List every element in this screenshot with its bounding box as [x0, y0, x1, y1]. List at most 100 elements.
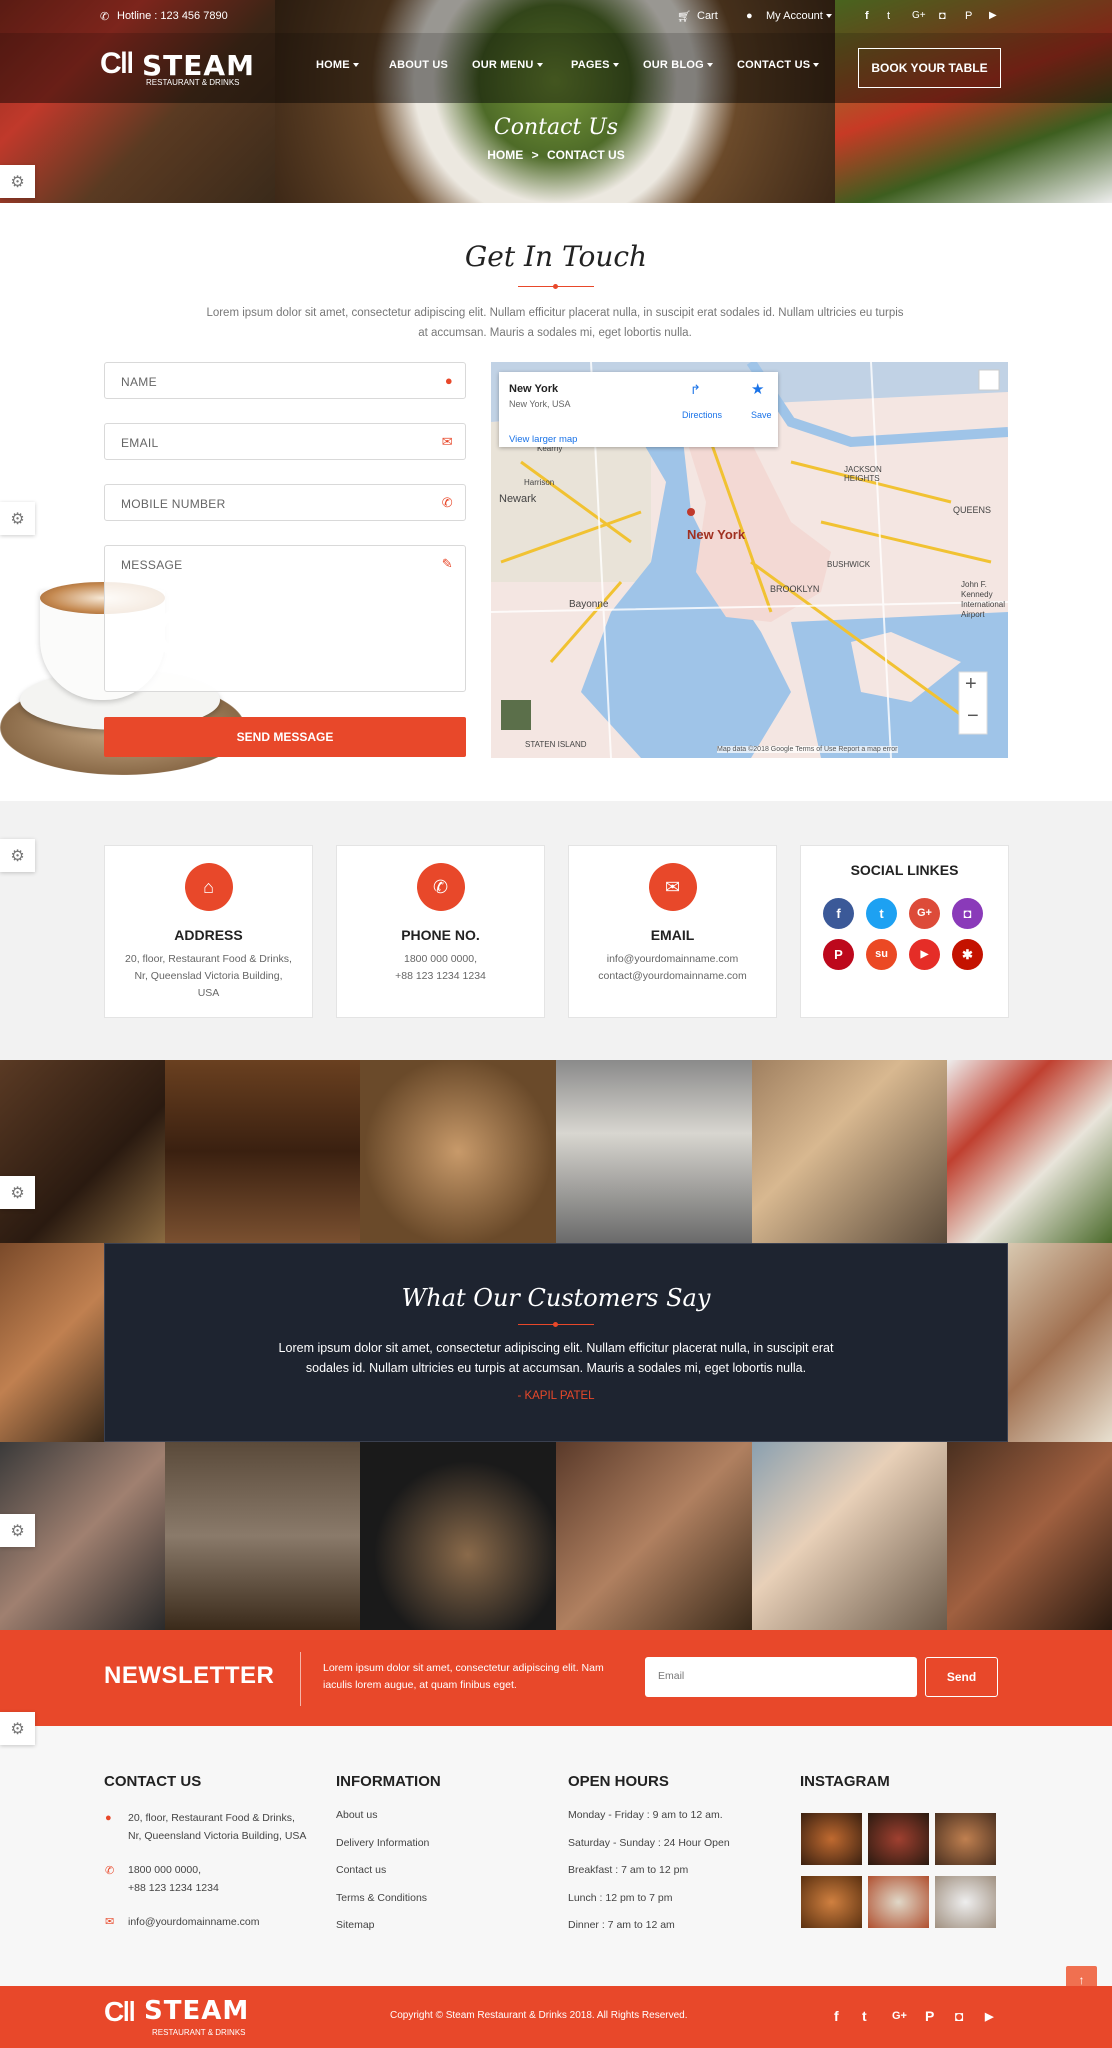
- yelp-icon[interactable]: ✱: [952, 939, 983, 970]
- instagram-icon[interactable]: ◘: [939, 10, 946, 22]
- footer-link-contact[interactable]: Contact us: [336, 1861, 386, 1879]
- book-table-button[interactable]: BOOK YOUR TABLE: [858, 48, 1001, 88]
- nav-blog[interactable]: OUR BLOG: [643, 59, 713, 71]
- nav-contact[interactable]: CONTACT US: [737, 59, 820, 71]
- twitter-icon[interactable]: t: [862, 2008, 867, 2024]
- address-card: ⌂ ADDRESS 20, floor, Restaurant Food & D…: [104, 845, 313, 1018]
- zoom-in-button[interactable]: +: [965, 673, 977, 696]
- instagram-photo[interactable]: [868, 1876, 929, 1928]
- instagram-photo[interactable]: [935, 1813, 996, 1865]
- google-map[interactable]: New York Newark Bayonne BROOKLYN QUEENS …: [491, 362, 1008, 758]
- user-icon: ●: [444, 373, 453, 388]
- cart-icon[interactable]: 🛒︎: [677, 10, 691, 23]
- footer-link-delivery[interactable]: Delivery Information: [336, 1834, 429, 1852]
- card-line: +88 123 1234 1234: [395, 970, 486, 982]
- newsletter-send-button[interactable]: Send: [925, 1657, 998, 1697]
- copyright-text: Copyright © Steam Restaurant & Drinks 20…: [390, 2010, 688, 2021]
- card-line[interactable]: info@yourdomainname.com: [607, 953, 738, 965]
- settings-gear-icon[interactable]: ⚙: [0, 839, 35, 872]
- twitter-icon[interactable]: t: [866, 898, 897, 929]
- stumbleupon-icon[interactable]: su: [866, 939, 897, 970]
- newsletter-title: NEWSLETTER: [104, 1662, 275, 1689]
- email-field[interactable]: EMAIL ✉: [104, 423, 466, 460]
- cart-link[interactable]: Cart: [697, 10, 718, 22]
- envelope-icon: ✉: [441, 434, 453, 449]
- gallery-section: What Our Customers Say Lorem ipsum dolor…: [0, 1060, 1112, 1630]
- heading-divider: [518, 1322, 594, 1327]
- settings-gear-icon[interactable]: ⚙: [0, 165, 35, 198]
- pinterest-icon[interactable]: P: [925, 2008, 934, 2024]
- settings-gear-icon[interactable]: ⚙: [0, 1176, 35, 1209]
- testimonial-heading: What Our Customers Say: [401, 1284, 711, 1312]
- map-place-address: New York, USA: [509, 399, 571, 409]
- account-link[interactable]: My Account: [766, 10, 832, 22]
- footer-info-title: INFORMATION: [336, 1773, 441, 1790]
- mobile-field[interactable]: MOBILE NUMBER ✆: [104, 484, 466, 521]
- twitter-icon[interactable]: t: [887, 10, 890, 22]
- page-heading: Contact Us HOME > CONTACT US: [380, 115, 732, 185]
- gallery-photo: [556, 1060, 752, 1243]
- youtube-icon[interactable]: ▶: [989, 10, 997, 21]
- facebook-icon[interactable]: f: [834, 2008, 839, 2024]
- send-message-button[interactable]: SEND MESSAGE: [104, 717, 466, 757]
- pinterest-icon[interactable]: P: [823, 939, 854, 970]
- hours-line: Lunch : 12 pm to 7 pm: [568, 1892, 673, 1904]
- breadcrumb: HOME > CONTACT US: [380, 148, 732, 162]
- breadcrumb-home[interactable]: HOME: [487, 148, 523, 162]
- envelope-icon: ✉: [648, 863, 697, 911]
- message-field[interactable]: MESSAGE ✎: [104, 545, 466, 692]
- gallery-photo: [360, 1060, 556, 1243]
- phone-icon: ✆: [441, 495, 453, 510]
- card-line[interactable]: contact@yourdomainname.com: [598, 970, 746, 982]
- footer-address: 20, floor, Restaurant Food & Drinks, Nr, …: [128, 1809, 306, 1845]
- phone-line: 1800 000 0000,: [128, 1864, 201, 1876]
- instagram-photo[interactable]: [801, 1813, 862, 1865]
- gallery-photo: [165, 1442, 360, 1630]
- phone-card: ✆ PHONE NO. 1800 000 0000, +88 123 1234 1…: [336, 845, 545, 1018]
- address-line: Nr, Queensland Victoria Building, USA: [128, 1830, 307, 1842]
- footer-email-link[interactable]: info@yourdomainname.com: [128, 1913, 259, 1931]
- instagram-photo[interactable]: [868, 1813, 929, 1865]
- directions-link[interactable]: Directions: [682, 410, 722, 420]
- nav-pages[interactable]: PAGES: [571, 59, 619, 71]
- settings-gear-icon[interactable]: ⚙: [0, 1514, 35, 1547]
- youtube-icon[interactable]: ▶: [985, 2010, 993, 2023]
- directions-icon[interactable]: ↱: [690, 382, 701, 398]
- instagram-icon[interactable]: ◘: [952, 898, 983, 929]
- view-larger-map-link[interactable]: View larger map: [509, 434, 577, 445]
- brand-logo[interactable]: C‖ STEAM RESTAURANT & DRINKS: [100, 47, 260, 89]
- map-label: STATEN ISLAND: [525, 740, 587, 749]
- google-plus-icon[interactable]: G+: [909, 898, 940, 929]
- map-label: JACKSON HEIGHTS: [844, 465, 882, 483]
- facebook-icon[interactable]: f: [865, 10, 869, 22]
- nav-about-label: ABOUT US: [389, 59, 449, 71]
- zoom-out-button[interactable]: −: [967, 705, 979, 728]
- footer-bottom-bar: C‖ STEAM RESTAURANT & DRINKS Copyright ©…: [0, 1986, 1112, 2048]
- save-link[interactable]: Save: [751, 410, 772, 420]
- nav-about[interactable]: ABOUT US: [389, 59, 448, 71]
- footer-instagram-title: INSTAGRAM: [800, 1773, 890, 1790]
- footer-link-terms[interactable]: Terms & Conditions: [336, 1889, 427, 1907]
- name-field[interactable]: NAME ●: [104, 362, 466, 399]
- instagram-photo[interactable]: [935, 1876, 996, 1928]
- footer-link-about[interactable]: About us: [336, 1806, 377, 1824]
- google-plus-icon[interactable]: G+: [912, 10, 926, 21]
- nav-blog-label: OUR BLOG: [643, 59, 704, 71]
- testimonial-quote: Lorem ipsum dolor sit amet, consectetur …: [278, 1341, 834, 1375]
- nav-home-label: HOME: [316, 59, 350, 71]
- star-icon[interactable]: ★: [751, 380, 764, 398]
- footer-brand-logo[interactable]: C‖ STEAM RESTAURANT & DRINKS: [104, 1996, 274, 2040]
- footer-link-sitemap[interactable]: Sitemap: [336, 1916, 375, 1934]
- nav-home[interactable]: HOME: [316, 59, 359, 71]
- settings-gear-icon[interactable]: ⚙: [0, 502, 35, 535]
- google-plus-icon[interactable]: G+: [892, 2010, 907, 2022]
- map-place-name: New York: [509, 383, 559, 395]
- nav-menu[interactable]: OUR MENU: [472, 59, 543, 71]
- newsletter-email-input[interactable]: Email: [645, 1657, 917, 1697]
- instagram-photo[interactable]: [801, 1876, 862, 1928]
- pinterest-icon[interactable]: P: [965, 10, 972, 22]
- settings-gear-icon[interactable]: ⚙: [0, 1712, 35, 1745]
- instagram-icon[interactable]: ◘: [955, 2008, 963, 2024]
- facebook-icon[interactable]: f: [823, 898, 854, 929]
- youtube-icon[interactable]: ▶: [909, 939, 940, 970]
